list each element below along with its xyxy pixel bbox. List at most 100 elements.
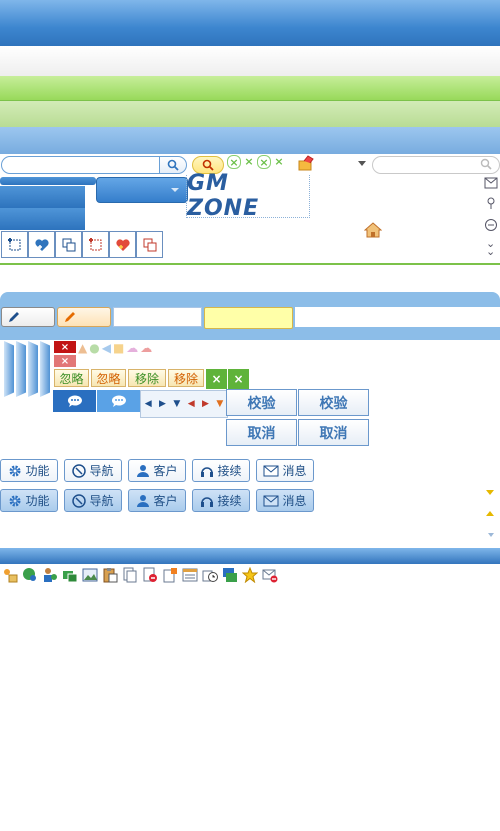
transfer-button[interactable]: 接续 [192, 459, 250, 482]
verify-button[interactable]: 校验 [226, 389, 297, 416]
customer-button-pressed[interactable]: 客户 [128, 489, 186, 512]
arrow-right-icon[interactable]: ▶ [159, 399, 166, 409]
headset-icon [201, 496, 214, 507]
chat-button[interactable] [53, 390, 96, 412]
triangle-up-icon[interactable] [486, 511, 494, 516]
text-input[interactable] [113, 307, 202, 327]
copy-tool-button[interactable] [55, 231, 82, 258]
clear-icon[interactable]: × [227, 155, 241, 169]
blue-panel [0, 186, 85, 208]
double-arrow-down-icon[interactable]: ▼ [173, 399, 180, 409]
search-input[interactable] [1, 156, 160, 174]
double-arrow-down-icon[interactable]: ▼ [216, 399, 223, 409]
close-icon[interactable]: × [54, 341, 76, 353]
message-button-pressed[interactable]: 消息 [256, 489, 314, 512]
navigation-button[interactable]: 导航 [64, 459, 122, 482]
feed-document-icon[interactable] [162, 567, 178, 583]
clear-small-icon[interactable]: × [274, 155, 284, 168]
document-delete-icon[interactable] [142, 567, 158, 583]
favorite-add-button[interactable] [28, 231, 55, 258]
remove-tag-label: 移除 [134, 371, 159, 386]
function-button[interactable]: 功能 [0, 459, 58, 482]
download-icon[interactable]: ■ [113, 341, 124, 357]
side-tab[interactable] [40, 341, 50, 397]
text-input-wide[interactable] [295, 307, 500, 327]
star-icon[interactable] [242, 567, 258, 583]
home-icon[interactable] [363, 222, 383, 241]
mail-icon [263, 465, 279, 476]
cancel-button-2[interactable]: 取消 [298, 419, 369, 446]
gear-icon [9, 465, 21, 476]
clipboard-icon[interactable] [102, 567, 118, 583]
folder-icon[interactable] [298, 155, 314, 171]
side-tab[interactable] [16, 341, 26, 397]
pin-icon[interactable] [484, 196, 498, 213]
user-group-icon[interactable] [42, 567, 58, 583]
documents-icon[interactable] [122, 567, 138, 583]
network-icon[interactable] [62, 567, 78, 583]
header-band [0, 0, 500, 46]
pencil-icon [65, 312, 75, 322]
refresh-window-icon[interactable] [222, 567, 238, 583]
ignore-tag[interactable]: 忽略 [54, 369, 89, 387]
side-tab[interactable] [28, 341, 38, 397]
mail-delete-icon[interactable] [262, 567, 278, 583]
cloud-icon[interactable]: ☁ [126, 341, 138, 357]
message-button[interactable]: 消息 [256, 459, 314, 482]
edit-button[interactable] [1, 307, 55, 327]
transfer-label: 接续 [217, 464, 242, 478]
picture-icon[interactable] [82, 567, 98, 583]
clear-small-icon[interactable]: × [244, 155, 254, 168]
clear-icon[interactable]: × [257, 155, 271, 169]
edit-button-active[interactable] [57, 307, 111, 327]
close-green-icon[interactable]: × [228, 369, 249, 389]
chevron-down-icon[interactable] [358, 161, 366, 166]
headset-icon [201, 466, 214, 477]
remove-tag[interactable]: 移除 [128, 369, 166, 387]
mail-icon[interactable] [484, 177, 498, 192]
select-tool-button[interactable] [1, 231, 28, 258]
double-chevron-down-icon[interactable]: ⌄ ⌄ [486, 238, 495, 257]
clock-icon[interactable] [202, 567, 218, 583]
triangle-down-icon[interactable] [486, 490, 494, 495]
text-input-highlight[interactable] [204, 307, 293, 329]
form-icon[interactable] [182, 567, 198, 583]
triangle-down-small-icon[interactable] [488, 533, 494, 537]
remove-tag-label: 移除 [173, 371, 198, 386]
dropdown-select[interactable] [96, 177, 188, 203]
chat-icon[interactable]: ● [89, 341, 99, 357]
side-tab[interactable] [4, 341, 14, 397]
function-button-pressed[interactable]: 功能 [0, 489, 58, 512]
remove-tag-orange[interactable]: 移除 [168, 369, 204, 387]
customer-label: 客户 [153, 464, 178, 478]
arrow-right-icon[interactable]: ▶ [202, 399, 209, 409]
close-icon[interactable]: × [54, 355, 76, 367]
divider [0, 263, 500, 265]
close-green-icon[interactable]: × [206, 369, 227, 389]
refresh-icon[interactable] [484, 218, 498, 235]
search-icon[interactable] [480, 158, 492, 173]
verify-button-2[interactable]: 校验 [298, 389, 369, 416]
warning-icon[interactable]: ▲ [78, 341, 87, 357]
cancel-label: 取消 [247, 425, 276, 442]
customer-button[interactable]: 客户 [128, 459, 186, 482]
volume-icon[interactable]: ◀ [102, 341, 111, 357]
copy-icon [62, 238, 75, 251]
navigation-button-pressed[interactable]: 导航 [64, 489, 122, 512]
arrow-left-icon[interactable]: ◀ [145, 399, 152, 409]
ignore-tag-orange[interactable]: 忽略 [91, 369, 126, 387]
compass-icon [72, 463, 87, 478]
copy-tool-button-red[interactable] [136, 231, 163, 258]
arrow-left-icon[interactable]: ◀ [188, 399, 195, 409]
globe-user-icon[interactable] [22, 567, 38, 583]
cancel-button[interactable]: 取消 [226, 419, 297, 446]
transfer-button-pressed[interactable]: 接续 [192, 489, 250, 512]
tab-strip [0, 177, 96, 185]
select-tool-button-red[interactable] [82, 231, 109, 258]
blue-band [0, 127, 500, 154]
search-button[interactable] [159, 156, 187, 174]
users-lock-icon[interactable] [2, 567, 18, 583]
favorite-add-button-red[interactable] [109, 231, 136, 258]
cloud-down-icon[interactable]: ☁ [140, 341, 152, 357]
chat-button-hover[interactable] [97, 390, 140, 412]
